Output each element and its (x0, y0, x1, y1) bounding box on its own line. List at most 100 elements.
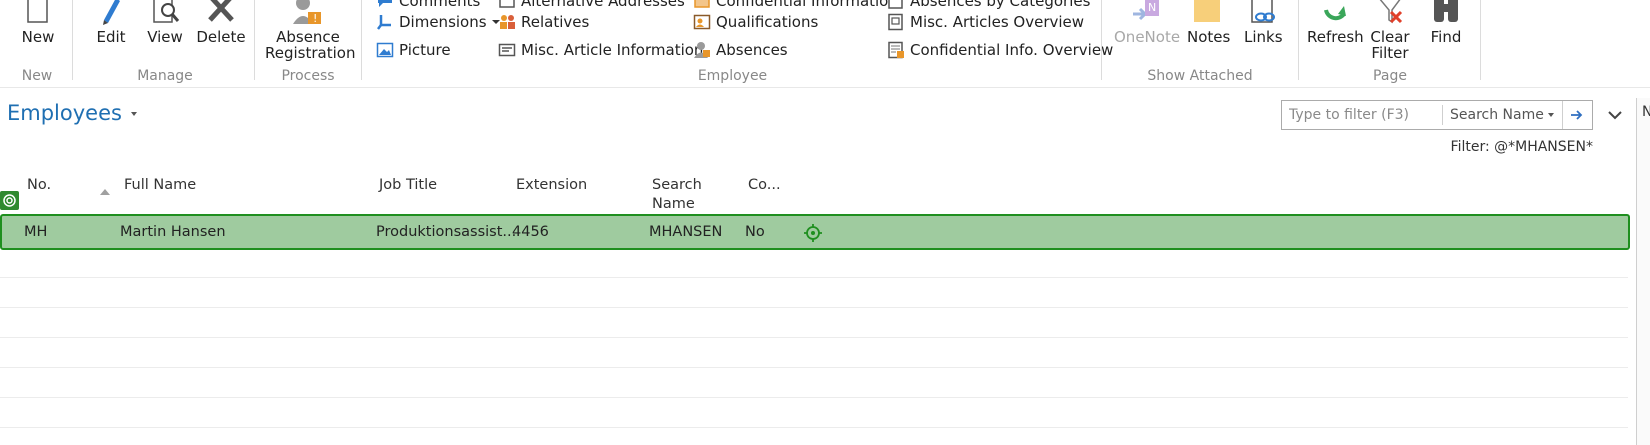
confidential-info-overview-label: Confidential Info. Overview (910, 41, 1114, 59)
ribbon-separator (72, 0, 73, 80)
comments-label: Comments (399, 0, 481, 10)
absences-by-categories-label: Absences by Categories (910, 0, 1091, 10)
group-label-employee: Employee (697, 68, 768, 84)
filter-input[interactable] (1282, 101, 1442, 129)
cell-extension[interactable]: 4456 (512, 224, 549, 240)
group-label-new: New (21, 68, 53, 84)
grid-row-divider (0, 427, 1628, 428)
factbox-pane-letter: N (1642, 104, 1650, 120)
delete-label: Delete (196, 28, 246, 46)
sort-ascending-icon (100, 189, 110, 195)
cell-job-title[interactable]: Produktionsassist... (376, 224, 516, 240)
misc-articles-overview-label: Misc. Articles Overview (910, 13, 1085, 31)
find-button[interactable]: Find (1425, 0, 1467, 64)
onenote-button[interactable]: N OneNote (1114, 0, 1181, 64)
onenote-label: OneNote (1114, 28, 1181, 46)
clear-filter-label: Clear Filter (1370, 29, 1410, 61)
apply-filter-button[interactable] (1562, 101, 1590, 129)
ribbon-separator (1480, 0, 1481, 80)
absence-registration-button[interactable]: ! Absence Registration (265, 0, 355, 64)
cell-full-name[interactable]: Martin Hansen (120, 224, 226, 240)
link-icon (1246, 0, 1280, 28)
relatives-button[interactable]: Relatives (498, 11, 589, 33)
group-label-show-attached: Show Attached (1147, 68, 1253, 84)
cell-co[interactable]: No (745, 224, 765, 240)
clear-filter-button[interactable]: Clear Filter (1370, 0, 1410, 64)
ribbon-separator (1101, 0, 1102, 80)
new-button[interactable]: New (16, 0, 60, 64)
column-header-co[interactable]: Co... (748, 176, 781, 195)
confidential-icon (693, 0, 711, 10)
refresh-icon (1318, 0, 1352, 28)
grid-row-divider (0, 277, 1628, 278)
delete-button[interactable]: Delete (196, 0, 246, 64)
chevron-down-icon (1606, 109, 1624, 128)
find-label: Find (1430, 28, 1462, 46)
overview-report-icon (887, 13, 905, 31)
delete-x-icon (204, 0, 238, 28)
relatives-label: Relatives (521, 13, 590, 31)
comment-icon (376, 0, 394, 10)
column-header-job-title[interactable]: Job Title (379, 176, 437, 195)
dimensions-label: Dimensions (399, 13, 487, 31)
column-header-extension[interactable]: Extension (516, 176, 587, 195)
collapse-filter-button[interactable] (1606, 106, 1624, 124)
ribbon-separator (254, 0, 255, 80)
cell-no[interactable]: MH (24, 224, 47, 240)
edit-label: Edit (96, 28, 126, 46)
picture-button[interactable]: Picture (376, 39, 451, 61)
column-header-search-name-line2: Name (652, 196, 695, 212)
factbox-pane-edge[interactable]: N (1636, 98, 1650, 445)
page-title-text: Employees (7, 101, 122, 125)
absences-label: Absences (716, 41, 788, 59)
dimensions-button[interactable]: Dimensions (376, 11, 500, 33)
svg-text:!: ! (313, 12, 317, 25)
refresh-button[interactable]: Refresh (1307, 0, 1364, 64)
active-filter-text: Filter: @*MHANSEN* (1450, 139, 1593, 155)
group-label-manage: Manage (137, 68, 193, 84)
absence-registration-icon: ! (291, 0, 325, 28)
notes-label: Notes (1187, 28, 1231, 46)
notes-button[interactable]: Notes (1187, 0, 1231, 64)
column-header-full-name[interactable]: Full Name (124, 176, 196, 195)
view-button[interactable]: View (145, 0, 185, 64)
absences-button[interactable]: Absences (693, 39, 788, 61)
onenote-icon: N (1129, 0, 1163, 28)
article-info-icon (498, 41, 516, 59)
row-selector-icon[interactable] (0, 191, 19, 210)
grid-row-divider (0, 397, 1628, 398)
links-label: Links (1244, 28, 1283, 46)
clear-filter-icon (1373, 0, 1407, 28)
misc-article-information-label: Misc. Article Information (521, 41, 704, 59)
relatives-icon (498, 13, 516, 31)
pencil-icon (94, 0, 128, 28)
column-header-search-name-line1: Search (652, 177, 702, 193)
filter-field-value: Search Name (1450, 107, 1544, 123)
confidential-info-overview-button[interactable]: Confidential Info. Overview (887, 39, 1113, 61)
filter-field-select[interactable]: Search Name (1442, 105, 1562, 125)
column-header-search-name[interactable]: Search Name (652, 176, 702, 214)
chevron-down-icon (130, 112, 137, 116)
qualifications-label: Qualifications (716, 13, 819, 31)
group-label-process: Process (281, 68, 335, 84)
report-icon (887, 0, 905, 10)
page-title[interactable]: Employees (7, 101, 137, 125)
edit-button[interactable]: Edit (91, 0, 131, 64)
group-label-page: Page (1373, 68, 1407, 84)
ribbon: New New Edit View Delete Manage ! Absenc… (0, 0, 1650, 88)
links-button[interactable]: Links (1244, 0, 1283, 64)
qualifications-button[interactable]: Qualifications (693, 11, 818, 33)
picture-label: Picture (399, 41, 451, 59)
misc-articles-overview-button[interactable]: Misc. Articles Overview (887, 11, 1084, 33)
svg-text:N: N (1148, 1, 1156, 14)
column-header-no[interactable]: No. (27, 176, 51, 195)
dimensions-icon (376, 13, 394, 31)
row-focus-icon[interactable] (804, 224, 822, 242)
cell-search-name[interactable]: MHANSEN (649, 224, 722, 240)
binoculars-icon (1429, 0, 1463, 28)
ribbon-separator (1298, 0, 1299, 80)
alternative-addresses-label: Alternative Addresses (521, 0, 685, 10)
misc-article-information-button[interactable]: Misc. Article Information (498, 39, 703, 61)
clear-filter-label-line2: Filter (1371, 44, 1409, 62)
view-document-icon (148, 0, 182, 28)
